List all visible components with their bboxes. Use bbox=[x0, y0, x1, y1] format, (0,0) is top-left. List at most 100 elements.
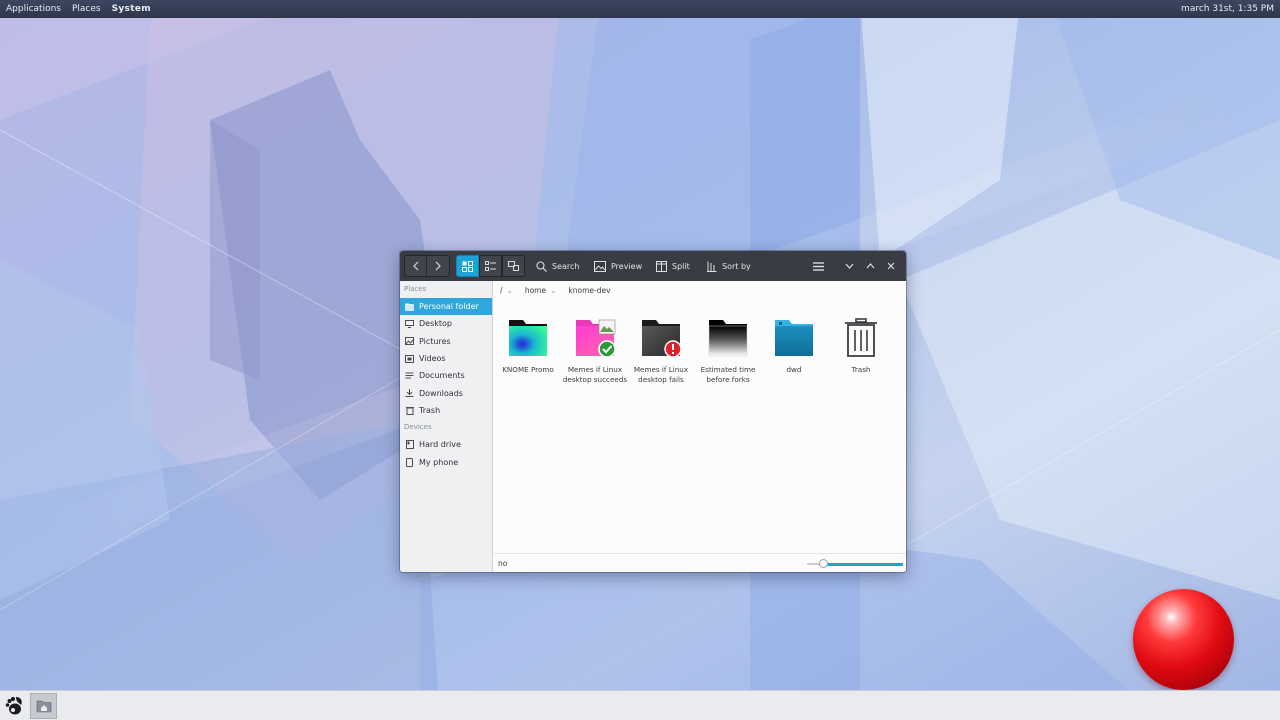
list-view-button[interactable] bbox=[479, 255, 502, 277]
maximize-button[interactable] bbox=[863, 255, 877, 277]
panel-menus: Applications Places System bbox=[6, 4, 151, 14]
places-heading: Places bbox=[404, 285, 427, 293]
taskbar-files-button[interactable] bbox=[30, 693, 57, 719]
file-item-dwd[interactable]: dwd bbox=[761, 316, 827, 375]
compact-view-button[interactable] bbox=[502, 255, 525, 277]
zoom-slider-fill bbox=[823, 562, 903, 566]
header-bar: Search Preview Split Sort by bbox=[400, 251, 906, 281]
split-button[interactable]: Split bbox=[656, 255, 690, 277]
places-sidebar: Places Personal folder Desktop Pictures … bbox=[400, 281, 493, 572]
image-icon bbox=[594, 260, 606, 272]
status-text: no bbox=[498, 558, 508, 568]
sidebar-item-label: Videos bbox=[419, 354, 446, 364]
close-icon bbox=[887, 262, 895, 270]
gnome-foot-icon[interactable] bbox=[4, 696, 24, 716]
chevron-down-icon[interactable]: ⌄ bbox=[550, 286, 556, 295]
home-icon bbox=[405, 302, 414, 311]
sidebar-item-desktop[interactable]: Desktop bbox=[400, 315, 492, 332]
breadcrumb: / ⌄ home ⌄ knome-dev bbox=[494, 281, 906, 300]
breadcrumb-home[interactable]: home bbox=[525, 286, 546, 295]
sidebar-item-personal-folder[interactable]: Personal folder bbox=[400, 298, 492, 316]
sidebar-item-label: Personal folder bbox=[419, 302, 479, 312]
list-icon bbox=[485, 260, 496, 271]
navigation-group bbox=[404, 255, 450, 277]
zoom-slider-handle[interactable] bbox=[819, 559, 828, 568]
bottom-panel bbox=[0, 690, 1280, 720]
phone-icon bbox=[405, 457, 414, 467]
split-label: Split bbox=[672, 261, 690, 271]
devices-heading: Devices bbox=[404, 423, 432, 432]
documents-icon bbox=[405, 371, 414, 380]
file-item-memes-fails[interactable]: Memes if Linux desktop fails bbox=[628, 316, 694, 385]
sort-by-label: Sort by bbox=[722, 261, 751, 271]
pink-folder-success-icon bbox=[576, 319, 616, 358]
sort-icon bbox=[707, 261, 717, 272]
downloads-icon bbox=[405, 389, 414, 398]
minimize-button[interactable] bbox=[842, 255, 856, 277]
file-item-estimated-time[interactable]: Estimated time before forks bbox=[695, 316, 761, 385]
sidebar-item-pictures[interactable]: Pictures bbox=[400, 333, 492, 350]
sidebar-item-label: Documents bbox=[419, 371, 465, 381]
search-label: Search bbox=[552, 261, 580, 271]
chevron-down-icon bbox=[845, 263, 853, 269]
chevron-up-icon bbox=[866, 263, 874, 269]
home-folder-icon bbox=[36, 700, 51, 713]
applications-menu[interactable]: Applications bbox=[6, 4, 61, 14]
sidebar-item-trash[interactable]: Trash bbox=[400, 402, 492, 419]
compact-icon bbox=[508, 260, 519, 271]
search-icon bbox=[536, 260, 547, 272]
sidebar-item-downloads[interactable]: Downloads bbox=[400, 384, 492, 401]
dark-folder-error-icon bbox=[642, 320, 682, 358]
sidebar-item-label: Pictures bbox=[419, 336, 451, 346]
sidebar-item-label: Trash bbox=[419, 405, 441, 415]
file-view: / ⌄ home ⌄ knome-dev KNOME Promo Memes i… bbox=[494, 281, 906, 572]
chevron-down-icon[interactable]: ⌄ bbox=[507, 286, 513, 295]
top-panel: Applications Places System march 31st, 1… bbox=[0, 0, 1280, 18]
file-item-knome-promo[interactable]: KNOME Promo bbox=[495, 316, 561, 375]
chevron-right-icon bbox=[435, 261, 441, 271]
sort-by-button[interactable]: Sort by bbox=[706, 255, 751, 277]
hamburger-icon bbox=[812, 261, 824, 271]
desktop-icon bbox=[405, 319, 414, 328]
sidebar-item-my-phone[interactable]: My phone bbox=[400, 453, 492, 470]
breadcrumb-root[interactable]: / bbox=[500, 286, 503, 295]
sidebar-item-label: Downloads bbox=[419, 388, 463, 398]
sidebar-item-label: Hard drive bbox=[419, 440, 461, 450]
grid-icon bbox=[462, 260, 473, 272]
chevron-left-icon bbox=[412, 261, 418, 271]
trash-icon bbox=[405, 406, 414, 415]
back-button[interactable] bbox=[405, 256, 427, 276]
system-menu[interactable]: System bbox=[112, 4, 151, 14]
red-ball-decoration bbox=[1133, 589, 1234, 690]
pictures-icon bbox=[405, 337, 414, 346]
icon-view-button[interactable] bbox=[456, 255, 479, 277]
file-item-memes-succeeds[interactable]: Memes if Linux desktop succeeds bbox=[562, 316, 628, 385]
sidebar-item-label: My phone bbox=[419, 457, 459, 467]
close-button[interactable] bbox=[884, 255, 898, 277]
file-label: Memes if Linux desktop fails bbox=[633, 365, 689, 384]
sidebar-item-videos[interactable]: Videos bbox=[400, 350, 492, 367]
forward-button[interactable] bbox=[427, 256, 449, 276]
sidebar-item-documents[interactable]: Documents bbox=[400, 367, 492, 384]
file-label: Trash bbox=[851, 365, 871, 374]
zoom-slider[interactable] bbox=[807, 559, 903, 568]
preview-button[interactable]: Preview bbox=[594, 255, 642, 277]
split-view-icon bbox=[656, 260, 667, 272]
hard-drive-icon bbox=[405, 440, 414, 450]
file-item-trash[interactable]: Trash bbox=[828, 316, 894, 375]
gradient-black-folder-icon bbox=[708, 320, 748, 357]
hamburger-menu-button[interactable] bbox=[810, 255, 826, 277]
breadcrumb-knome-dev[interactable]: knome-dev bbox=[568, 286, 610, 295]
status-bar: no bbox=[494, 553, 906, 572]
file-manager-window: Search Preview Split Sort by Places Pers… bbox=[400, 251, 906, 572]
blue-folder-icon bbox=[775, 320, 813, 356]
sidebar-item-hard-drive[interactable]: Hard drive bbox=[400, 436, 492, 453]
trash-can-icon bbox=[845, 318, 877, 357]
file-label: Estimated time before forks bbox=[700, 365, 756, 384]
search-button[interactable]: Search bbox=[536, 255, 579, 277]
videos-icon bbox=[405, 354, 414, 363]
places-menu[interactable]: Places bbox=[72, 4, 101, 14]
gradient-folder-icon bbox=[509, 320, 547, 356]
sidebar-item-label: Desktop bbox=[419, 319, 452, 329]
clock[interactable]: march 31st, 1:35 PM bbox=[1181, 4, 1274, 14]
